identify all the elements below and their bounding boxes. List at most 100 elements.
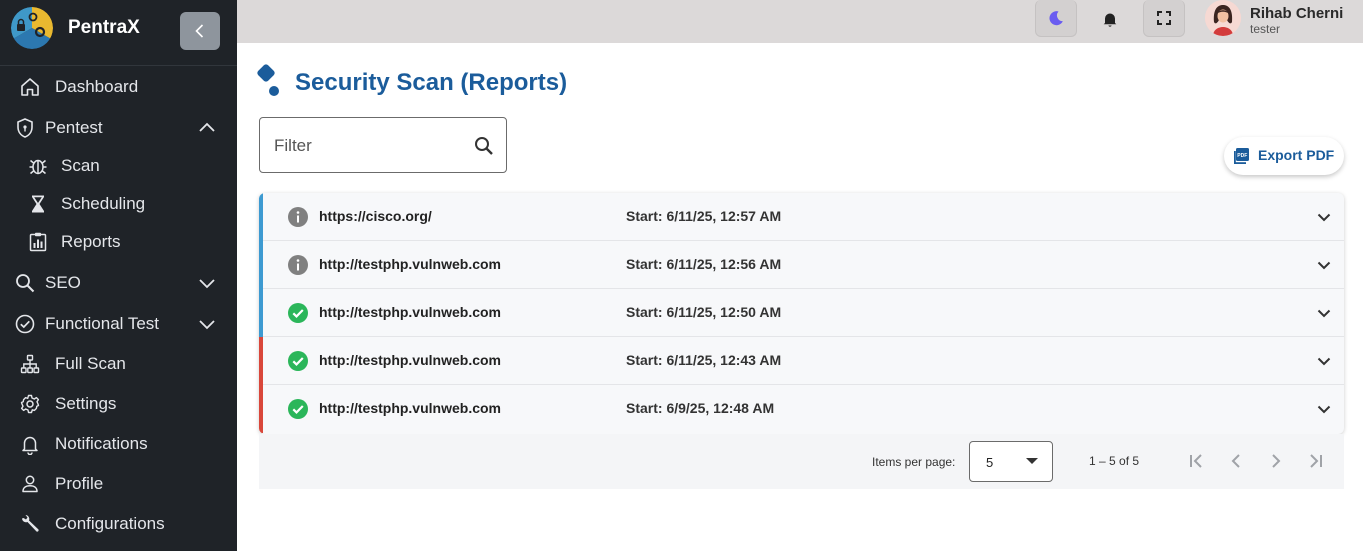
info-icon	[288, 207, 308, 227]
sidebar-item-label: Pentest	[45, 118, 103, 137]
report-row[interactable]: http://testphp.vulnweb.com Start: 6/11/2…	[259, 337, 1344, 385]
bell-icon	[1103, 13, 1117, 27]
chevron-up-icon	[199, 122, 215, 132]
report-start-time: Start: 6/9/25, 12:48 AM	[626, 400, 775, 416]
sidebar-item-label: Configurations	[55, 514, 165, 533]
search-icon	[14, 272, 36, 294]
chevron-down-icon[interactable]	[1313, 206, 1335, 228]
report-list: https://cisco.org/ Start: 6/11/25, 12:57…	[259, 193, 1344, 434]
report-start-time: Start: 6/11/25, 12:57 AM	[626, 208, 782, 224]
sidebar-item-configurations[interactable]: Configurations	[0, 506, 237, 542]
report-url: http://testphp.vulnweb.com	[319, 400, 501, 416]
report-row[interactable]: http://testphp.vulnweb.com Start: 6/11/2…	[259, 241, 1344, 289]
chevron-down-icon[interactable]	[1313, 398, 1335, 420]
pdf-file-icon: PDF	[1234, 148, 1249, 164]
report-url: https://cisco.org/	[319, 208, 432, 224]
previous-page-icon[interactable]	[1224, 449, 1248, 473]
wrench-icon	[19, 513, 41, 535]
sidebar: PentraX Dashboard Pentest Scan Schedulin…	[0, 0, 237, 551]
report-start-time: Start: 6/11/25, 12:50 AM	[626, 304, 782, 320]
diamond-logo-icon	[257, 64, 279, 96]
row-accent-bar	[259, 289, 263, 337]
info-icon	[288, 255, 308, 275]
bug-icon	[27, 155, 49, 177]
page-range: 1 – 5 of 5	[1089, 454, 1140, 468]
svg-text:PDF: PDF	[1237, 153, 1247, 159]
sidebar-item-dashboard[interactable]: Dashboard	[0, 69, 237, 105]
paginator: Items per page: 5 1 – 5 of 5	[259, 434, 1344, 489]
check-circle-icon	[14, 313, 36, 335]
sidebar-item-scan[interactable]: Scan	[0, 148, 237, 184]
filter-field	[259, 117, 507, 173]
sidebar-item-reports[interactable]: Reports	[0, 224, 237, 260]
success-check-icon	[288, 351, 308, 371]
sidebar-item-scheduling[interactable]: Scheduling	[0, 186, 237, 222]
success-check-icon	[288, 399, 308, 419]
theme-toggle-button[interactable]	[1035, 0, 1077, 37]
sidebar-item-functional-test[interactable]: Functional Test	[0, 306, 237, 342]
filter-input[interactable]	[274, 134, 464, 158]
shield-icon	[14, 117, 36, 139]
collapse-sidebar-button[interactable]	[180, 12, 220, 50]
user-role: tester	[1250, 22, 1281, 36]
row-accent-bar	[259, 193, 263, 241]
page-title: Security Scan (Reports)	[295, 69, 568, 96]
sidebar-item-label: Reports	[61, 232, 121, 251]
moon-icon	[1049, 11, 1063, 26]
report-start-time: Start: 6/11/25, 12:43 AM	[626, 352, 782, 368]
chevron-down-icon	[199, 279, 215, 289]
items-per-page-select[interactable]: 5	[969, 441, 1053, 482]
sidebar-item-label: Profile	[55, 474, 104, 493]
sidebar-item-label: Settings	[55, 394, 117, 413]
sidebar-item-label: Notifications	[55, 434, 148, 453]
sidebar-item-label: Functional Test	[45, 314, 160, 333]
avatar[interactable]	[1205, 0, 1241, 36]
report-row[interactable]: https://cisco.org/ Start: 6/11/25, 12:57…	[259, 193, 1344, 241]
sitemap-icon	[19, 353, 41, 375]
brand: PentraX	[0, 0, 237, 66]
sidebar-item-seo[interactable]: SEO	[0, 265, 237, 301]
chevron-left-icon	[195, 24, 204, 38]
sidebar-item-label: Scan	[61, 156, 100, 175]
search-icon[interactable]	[472, 134, 496, 158]
fullscreen-button[interactable]	[1143, 0, 1185, 37]
sidebar-item-label: Dashboard	[55, 77, 139, 96]
user-icon	[19, 473, 41, 495]
dropdown-arrow-icon	[1026, 458, 1038, 464]
report-start-time: Start: 6/11/25, 12:56 AM	[626, 256, 782, 272]
chevron-down-icon[interactable]	[1313, 254, 1335, 276]
report-url: http://testphp.vulnweb.com	[319, 256, 501, 272]
row-accent-bar	[259, 385, 263, 433]
last-page-icon[interactable]	[1304, 449, 1328, 473]
gear-icon	[19, 393, 41, 415]
row-accent-bar	[259, 241, 263, 289]
export-pdf-button[interactable]: PDF Export PDF	[1224, 137, 1344, 175]
chevron-down-icon[interactable]	[1313, 302, 1335, 324]
report-url: http://testphp.vulnweb.com	[319, 304, 501, 320]
sidebar-item-pentest[interactable]: Pentest	[0, 110, 237, 146]
hourglass-icon	[27, 193, 49, 215]
logo-icon	[11, 7, 53, 49]
topbar: Rihab Cherni tester	[237, 0, 1363, 43]
report-row[interactable]: http://testphp.vulnweb.com Start: 6/11/2…	[259, 289, 1344, 337]
notifications-button[interactable]	[1092, 0, 1128, 37]
fullscreen-icon	[1157, 11, 1171, 25]
app-name: PentraX	[68, 17, 140, 38]
user-name: Rihab Cherni	[1250, 5, 1344, 22]
sidebar-item-label: SEO	[45, 273, 81, 292]
sidebar-item-full-scan[interactable]: Full Scan	[0, 346, 237, 382]
sidebar-item-notifications[interactable]: Notifications	[0, 426, 237, 462]
sidebar-item-settings[interactable]: Settings	[0, 386, 237, 422]
sidebar-item-label: Full Scan	[55, 354, 126, 373]
items-per-page-label: Items per page:	[872, 455, 956, 469]
bell-icon	[19, 433, 41, 455]
first-page-icon[interactable]	[1184, 449, 1208, 473]
report-url: http://testphp.vulnweb.com	[319, 352, 501, 368]
row-accent-bar	[259, 337, 263, 385]
chevron-down-icon	[199, 320, 215, 330]
success-check-icon	[288, 303, 308, 323]
sidebar-item-profile[interactable]: Profile	[0, 466, 237, 502]
chevron-down-icon[interactable]	[1313, 350, 1335, 372]
report-row[interactable]: http://testphp.vulnweb.com Start: 6/9/25…	[259, 385, 1344, 433]
next-page-icon[interactable]	[1264, 449, 1288, 473]
